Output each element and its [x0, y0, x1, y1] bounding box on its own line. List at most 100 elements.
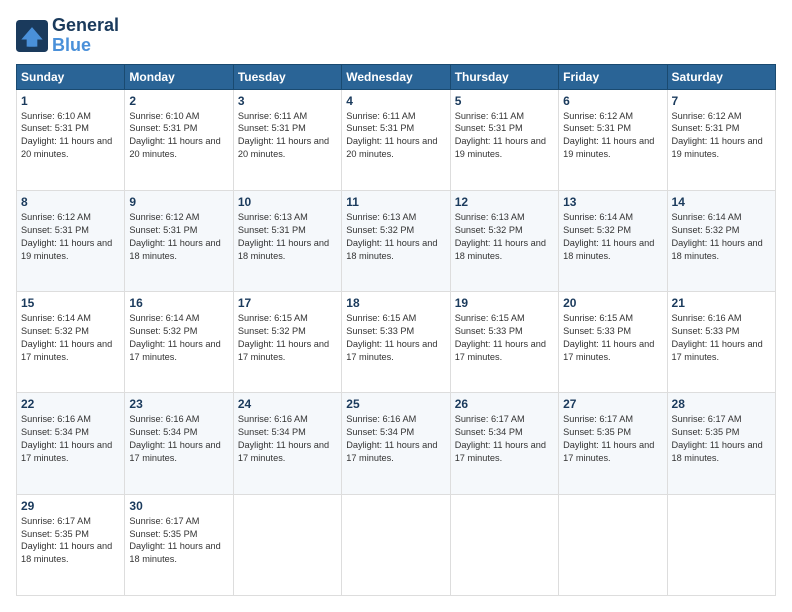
calendar-cell: 13Sunrise: 6:14 AMSunset: 5:32 PMDayligh… [559, 190, 667, 291]
cell-info: Sunrise: 6:15 AMSunset: 5:33 PMDaylight:… [346, 312, 445, 364]
cell-info: Sunrise: 6:10 AMSunset: 5:31 PMDaylight:… [21, 110, 120, 162]
cell-info: Sunrise: 6:11 AMSunset: 5:31 PMDaylight:… [238, 110, 337, 162]
calendar-cell: 18 Sunrise: 6:15 AMSunset: 5:33 PMDayligh… [342, 292, 450, 393]
cell-info: Sunrise: 6:14 AMSunset: 5:32 PMDaylight:… [129, 312, 228, 364]
week-row-4: 22 Sunrise: 6:16 AMSunset: 5:34 PMDayligh… [17, 393, 776, 494]
calendar-cell: 23 Sunrise: 6:16 AMSunset: 5:34 PMDayligh… [125, 393, 233, 494]
calendar-cell: 26 Sunrise: 6:17 AMSunset: 5:34 PMDayligh… [450, 393, 558, 494]
header-monday: Monday [125, 64, 233, 89]
day-number: 26 [455, 397, 554, 411]
calendar-page: General Blue SundayMondayTuesdayWednesda… [0, 0, 792, 612]
day-number: 22 [21, 397, 120, 411]
cell-info: Sunrise: 6:14 AMSunset: 5:32 PMDaylight:… [563, 211, 662, 263]
calendar-cell: 11Sunrise: 6:13 AMSunset: 5:32 PMDayligh… [342, 190, 450, 291]
header-sunday: Sunday [17, 64, 125, 89]
calendar-cell: 10Sunrise: 6:13 AMSunset: 5:31 PMDayligh… [233, 190, 341, 291]
cell-info: Sunrise: 6:16 AMSunset: 5:34 PMDaylight:… [129, 413, 228, 465]
calendar-cell: 22 Sunrise: 6:16 AMSunset: 5:34 PMDayligh… [17, 393, 125, 494]
calendar-cell: 7 Sunrise: 6:12 AMSunset: 5:31 PMDaylight… [667, 89, 775, 190]
cell-info: Sunrise: 6:14 AMSunset: 5:32 PMDaylight:… [672, 211, 771, 263]
calendar-cell: 20 Sunrise: 6:15 AMSunset: 5:33 PMDayligh… [559, 292, 667, 393]
logo-text: General Blue [52, 16, 119, 56]
cell-info: Sunrise: 6:10 AMSunset: 5:31 PMDaylight:… [129, 110, 228, 162]
day-number: 25 [346, 397, 445, 411]
cell-info: Sunrise: 6:12 AMSunset: 5:31 PMDaylight:… [21, 211, 120, 263]
cell-info: Sunrise: 6:11 AMSunset: 5:31 PMDaylight:… [346, 110, 445, 162]
header-tuesday: Tuesday [233, 64, 341, 89]
calendar-cell: 1Sunrise: 6:10 AMSunset: 5:31 PMDaylight… [17, 89, 125, 190]
calendar-cell: 19 Sunrise: 6:15 AMSunset: 5:33 PMDayligh… [450, 292, 558, 393]
day-number: 12 [455, 195, 554, 209]
week-row-1: 1Sunrise: 6:10 AMSunset: 5:31 PMDaylight… [17, 89, 776, 190]
cell-info: Sunrise: 6:11 AMSunset: 5:31 PMDaylight:… [455, 110, 554, 162]
cell-info: Sunrise: 6:15 AMSunset: 5:33 PMDaylight:… [563, 312, 662, 364]
calendar-cell: 29 Sunrise: 6:17 AMSunset: 5:35 PMDayligh… [17, 494, 125, 595]
calendar-cell [233, 494, 341, 595]
calendar-cell: 14Sunrise: 6:14 AMSunset: 5:32 PMDayligh… [667, 190, 775, 291]
calendar-cell: 28 Sunrise: 6:17 AMSunset: 5:35 PMDayligh… [667, 393, 775, 494]
cell-info: Sunrise: 6:17 AMSunset: 5:35 PMDaylight:… [672, 413, 771, 465]
day-number: 18 [346, 296, 445, 310]
day-number: 28 [672, 397, 771, 411]
day-number: 4 [346, 94, 445, 108]
day-number: 24 [238, 397, 337, 411]
week-row-5: 29 Sunrise: 6:17 AMSunset: 5:35 PMDayligh… [17, 494, 776, 595]
cell-info: Sunrise: 6:15 AMSunset: 5:33 PMDaylight:… [455, 312, 554, 364]
day-number: 10 [238, 195, 337, 209]
day-number: 3 [238, 94, 337, 108]
calendar-cell: 24 Sunrise: 6:16 AMSunset: 5:34 PMDayligh… [233, 393, 341, 494]
calendar-cell: 3 Sunrise: 6:11 AMSunset: 5:31 PMDaylight… [233, 89, 341, 190]
day-number: 2 [129, 94, 228, 108]
cell-info: Sunrise: 6:13 AMSunset: 5:32 PMDaylight:… [346, 211, 445, 263]
day-number: 30 [129, 499, 228, 513]
calendar-cell [559, 494, 667, 595]
header-wednesday: Wednesday [342, 64, 450, 89]
calendar-cell: 5 Sunrise: 6:11 AMSunset: 5:31 PMDaylight… [450, 89, 558, 190]
day-number: 27 [563, 397, 662, 411]
day-number: 6 [563, 94, 662, 108]
header: General Blue [16, 16, 776, 56]
logo: General Blue [16, 16, 119, 56]
cell-info: Sunrise: 6:12 AMSunset: 5:31 PMDaylight:… [563, 110, 662, 162]
cell-info: Sunrise: 6:12 AMSunset: 5:31 PMDaylight:… [129, 211, 228, 263]
day-number: 15 [21, 296, 120, 310]
header-saturday: Saturday [667, 64, 775, 89]
cell-info: Sunrise: 6:17 AMSunset: 5:35 PMDaylight:… [21, 515, 120, 567]
day-number: 17 [238, 296, 337, 310]
day-number: 7 [672, 94, 771, 108]
calendar-cell: 8Sunrise: 6:12 AMSunset: 5:31 PMDaylight… [17, 190, 125, 291]
calendar-body: 1Sunrise: 6:10 AMSunset: 5:31 PMDaylight… [17, 89, 776, 595]
calendar-cell: 9Sunrise: 6:12 AMSunset: 5:31 PMDaylight… [125, 190, 233, 291]
day-number: 19 [455, 296, 554, 310]
calendar-cell: 27 Sunrise: 6:17 AMSunset: 5:35 PMDayligh… [559, 393, 667, 494]
calendar-cell [342, 494, 450, 595]
calendar-table: SundayMondayTuesdayWednesdayThursdayFrid… [16, 64, 776, 596]
cell-info: Sunrise: 6:17 AMSunset: 5:34 PMDaylight:… [455, 413, 554, 465]
header-friday: Friday [559, 64, 667, 89]
calendar-cell: 4 Sunrise: 6:11 AMSunset: 5:31 PMDaylight… [342, 89, 450, 190]
cell-info: Sunrise: 6:16 AMSunset: 5:34 PMDaylight:… [238, 413, 337, 465]
calendar-cell: 12 Sunrise: 6:13 AMSunset: 5:32 PMDayligh… [450, 190, 558, 291]
calendar-cell: 15 Sunrise: 6:14 AMSunset: 5:32 PMDayligh… [17, 292, 125, 393]
calendar-cell: 6 Sunrise: 6:12 AMSunset: 5:31 PMDaylight… [559, 89, 667, 190]
cell-info: Sunrise: 6:13 AMSunset: 5:32 PMDaylight:… [455, 211, 554, 263]
day-number: 21 [672, 296, 771, 310]
header-thursday: Thursday [450, 64, 558, 89]
cell-info: Sunrise: 6:16 AMSunset: 5:33 PMDaylight:… [672, 312, 771, 364]
calendar-cell: 25 Sunrise: 6:16 AMSunset: 5:34 PMDayligh… [342, 393, 450, 494]
cell-info: Sunrise: 6:17 AMSunset: 5:35 PMDaylight:… [129, 515, 228, 567]
cell-info: Sunrise: 6:16 AMSunset: 5:34 PMDaylight:… [346, 413, 445, 465]
day-number: 20 [563, 296, 662, 310]
calendar-cell [667, 494, 775, 595]
day-number: 23 [129, 397, 228, 411]
cell-info: Sunrise: 6:12 AMSunset: 5:31 PMDaylight:… [672, 110, 771, 162]
calendar-cell: 30 Sunrise: 6:17 AMSunset: 5:35 PMDayligh… [125, 494, 233, 595]
day-number: 29 [21, 499, 120, 513]
cell-info: Sunrise: 6:14 AMSunset: 5:32 PMDaylight:… [21, 312, 120, 364]
cell-info: Sunrise: 6:17 AMSunset: 5:35 PMDaylight:… [563, 413, 662, 465]
day-number: 5 [455, 94, 554, 108]
day-number: 16 [129, 296, 228, 310]
calendar-cell [450, 494, 558, 595]
logo-icon [16, 20, 48, 52]
cell-info: Sunrise: 6:16 AMSunset: 5:34 PMDaylight:… [21, 413, 120, 465]
